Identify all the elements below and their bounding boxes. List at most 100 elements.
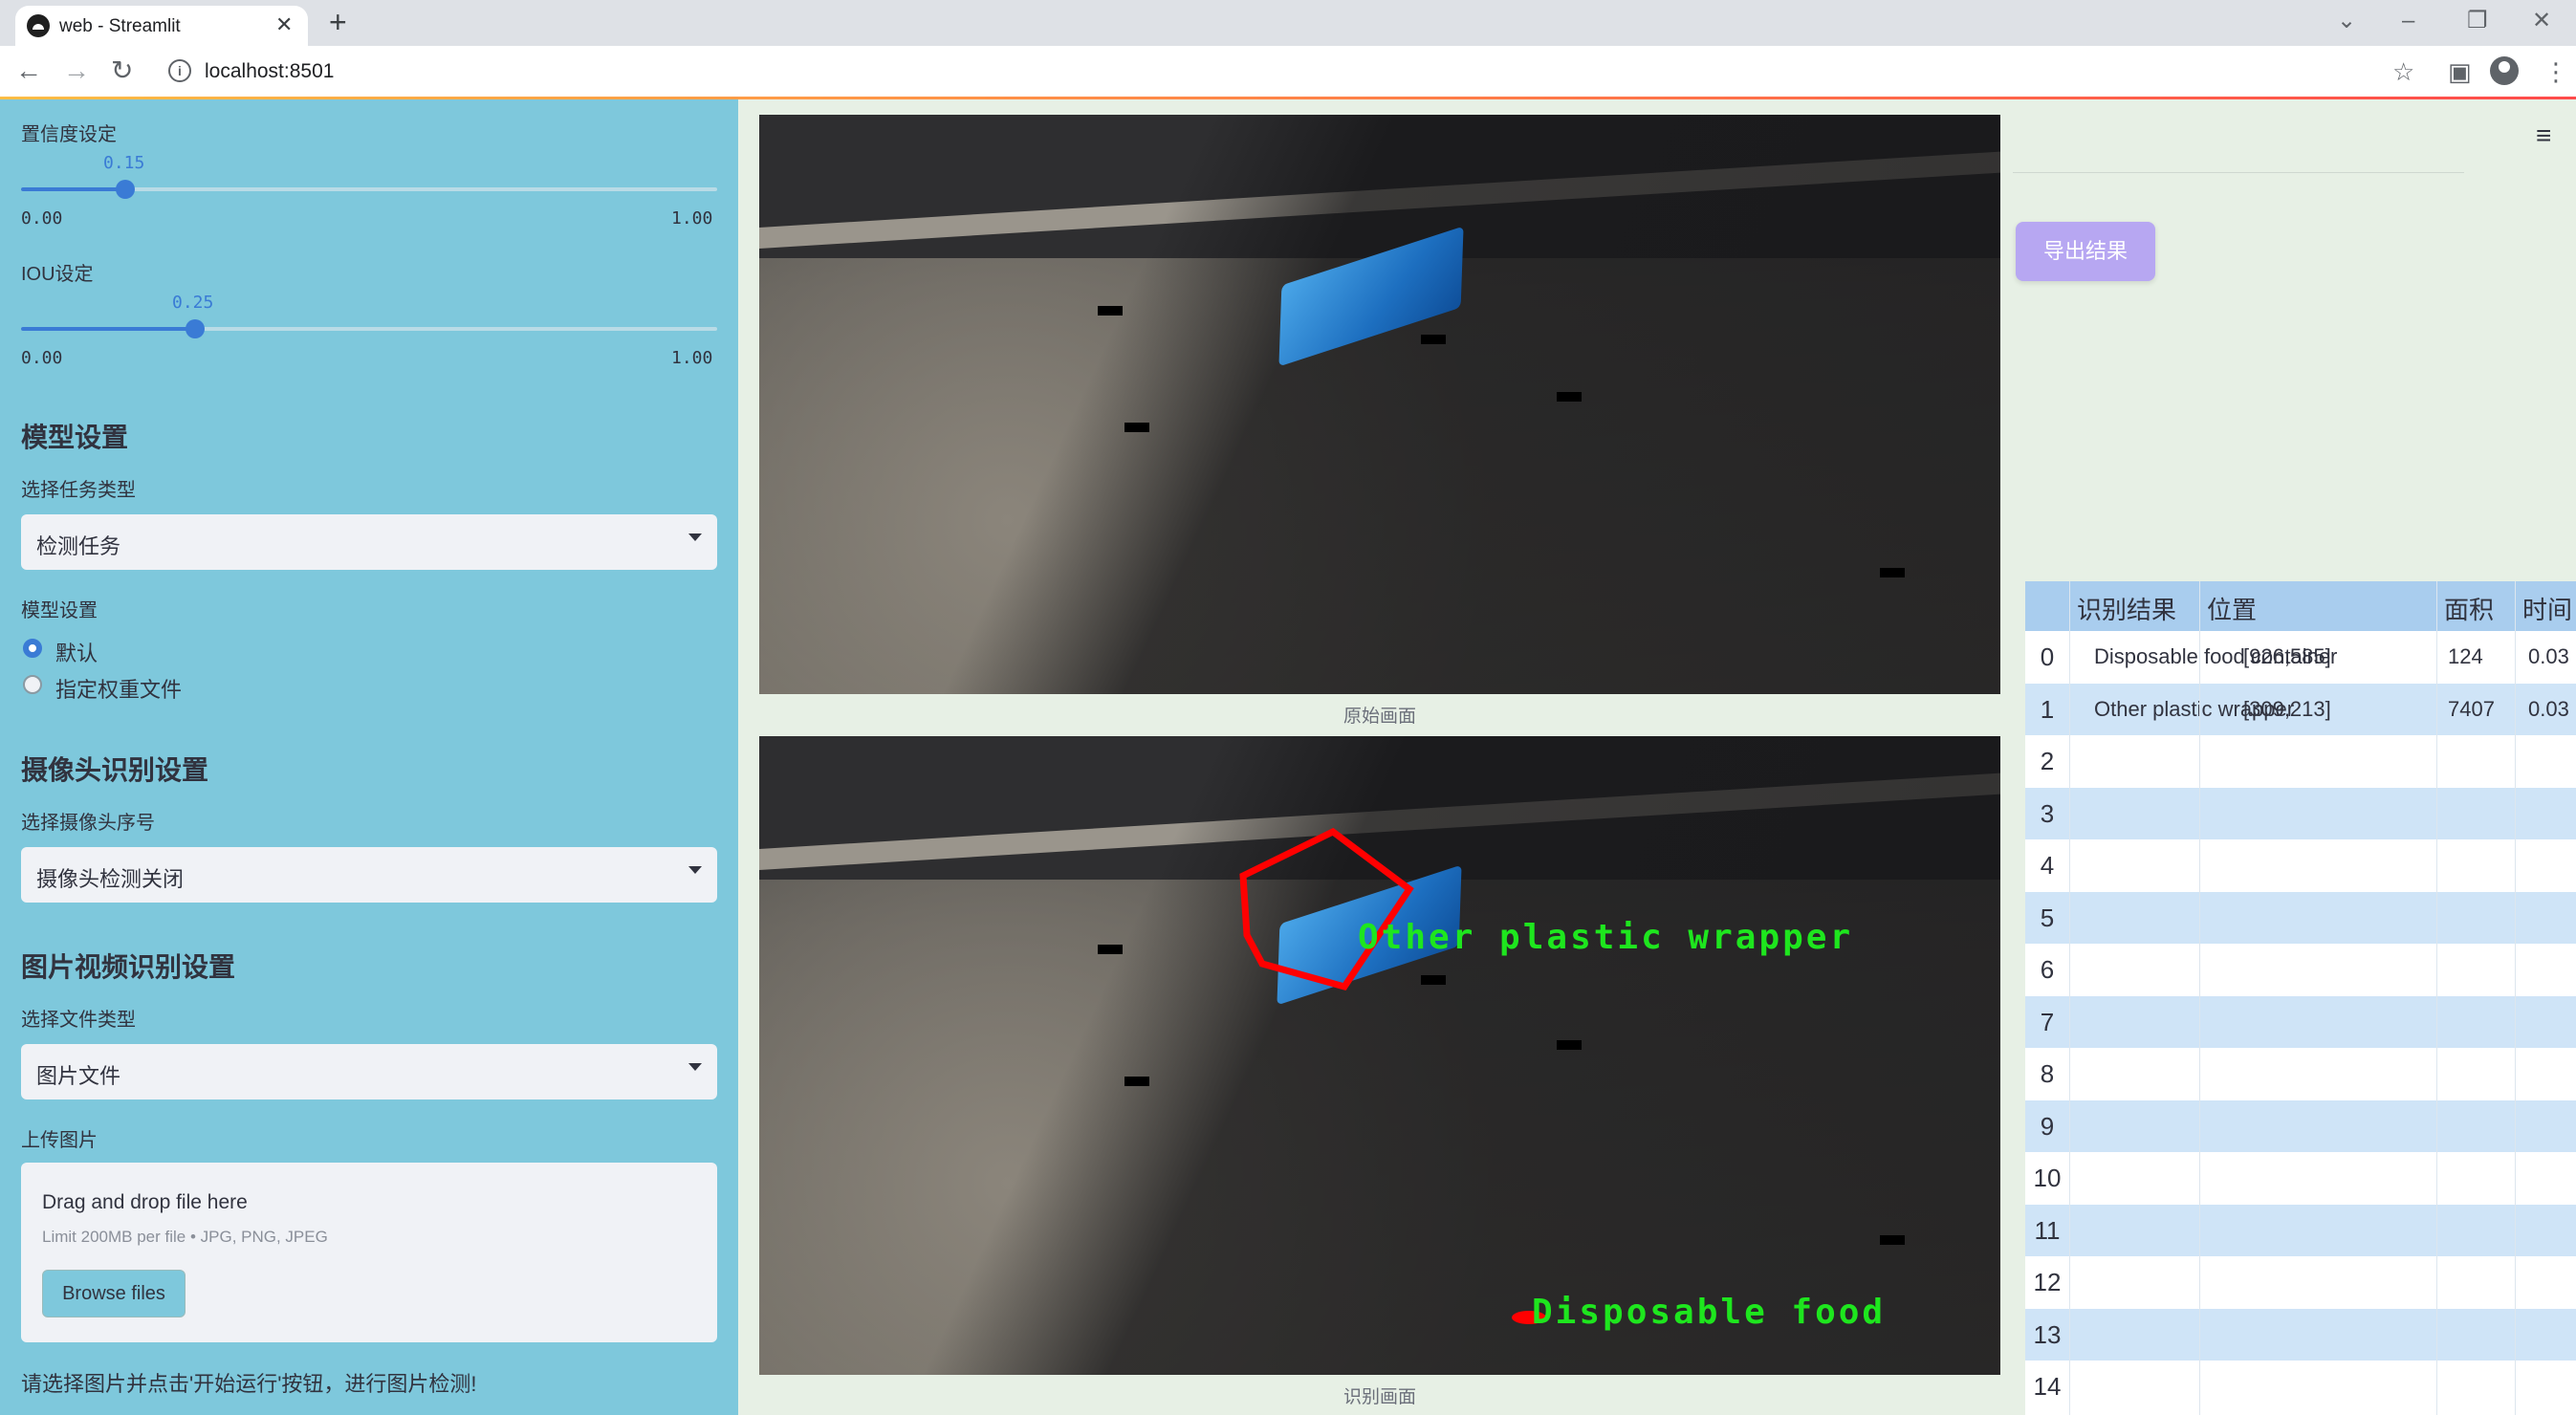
forward-icon[interactable]: →: [63, 55, 90, 86]
confidence-slider[interactable]: [21, 180, 717, 199]
sidebar: 置信度设定 0.15 0.00 1.00 IOU设定 0.25 0.00 1.0…: [0, 99, 738, 1415]
tab-search-icon[interactable]: ⌄: [2337, 6, 2356, 36]
confidence-max: 1.00: [671, 208, 713, 229]
side-panel-icon[interactable]: ▣: [2448, 57, 2472, 86]
cell-time: 0.03: [2528, 644, 2569, 668]
file-type-value: 图片文件: [36, 1064, 121, 1088]
close-window-icon[interactable]: ✕: [2532, 6, 2551, 36]
table-row[interactable]: 5: [2025, 891, 2576, 944]
table-row[interactable]: 6: [2025, 944, 2576, 995]
iou-slider[interactable]: [21, 319, 717, 338]
table-row[interactable]: 13: [2025, 1308, 2576, 1361]
cell-time: 0.03: [2528, 696, 2569, 721]
minimize-icon[interactable]: –: [2402, 6, 2414, 36]
main-area: 原始画面 Other plastic wrapper Disposable fo…: [738, 99, 2576, 1415]
radio-custom-weights-label: 指定权重文件: [55, 678, 183, 702]
table-row[interactable]: 4: [2025, 839, 2576, 891]
camera-settings-header: 摄像头识别设置: [21, 755, 209, 785]
camera-select-label: 选择摄像头序号: [21, 813, 155, 834]
iou-label: IOU设定: [21, 264, 94, 285]
restore-icon[interactable]: ❐: [2467, 6, 2488, 36]
column-header-position: 位置: [2207, 596, 2258, 624]
iou-slider-thumb[interactable]: [186, 319, 205, 338]
task-type-select[interactable]: 检测任务: [21, 514, 717, 570]
streamlit-favicon-icon: [27, 14, 50, 37]
table-row[interactable]: 11: [2025, 1204, 2576, 1256]
export-results-button[interactable]: 导出结果: [2016, 222, 2155, 281]
table-row[interactable]: 8: [2025, 1048, 2576, 1099]
table-header: 识别结果 位置 面积 时间: [2025, 581, 2576, 631]
url-text[interactable]: localhost:8501: [205, 60, 334, 83]
row-index: 1: [2040, 694, 2055, 724]
browse-files-button[interactable]: Browse files: [42, 1270, 186, 1317]
row-index: 0: [2040, 642, 2055, 671]
browser-tab[interactable]: web - Streamlit ✕: [15, 6, 308, 46]
cell-position: [926,585]: [2243, 644, 2331, 668]
omnibox[interactable]: i localhost:8501: [159, 54, 2358, 90]
upload-label: 上传图片: [21, 1130, 98, 1151]
file-type-label: 选择文件类型: [21, 1010, 136, 1031]
column-header-result: 识别结果: [2077, 596, 2177, 624]
row-index: 2: [2040, 747, 2055, 775]
file-type-select[interactable]: 图片文件: [21, 1044, 717, 1099]
task-type-value: 检测任务: [36, 534, 121, 558]
bookmark-star-icon[interactable]: ☆: [2392, 57, 2414, 86]
close-tab-icon[interactable]: ✕: [275, 12, 293, 37]
results-table[interactable]: 识别结果 位置 面积 时间 0 Disposable food container…: [2025, 581, 2576, 1415]
upload-title: Drag and drop file here: [42, 1191, 248, 1213]
table-row[interactable]: 3: [2025, 787, 2576, 839]
row-index: 6: [2040, 955, 2055, 984]
iou-slider-fill: [21, 327, 195, 331]
camera-select-value: 摄像头检测关闭: [36, 867, 185, 891]
file-uploader-dropzone[interactable]: Drag and drop file here Limit 200MB per …: [21, 1163, 717, 1342]
row-index: 3: [2040, 798, 2055, 828]
back-icon[interactable]: ←: [15, 55, 42, 86]
detection-overlay: [1239, 827, 1546, 1324]
model-setting-label: 模型设置: [21, 600, 98, 621]
radio-default-label: 默认: [55, 642, 98, 665]
confidence-label: 置信度设定: [21, 124, 117, 145]
upload-limit: Limit 200MB per file • JPG, PNG, JPEG: [42, 1228, 328, 1246]
chevron-down-icon: [688, 866, 702, 874]
table-row[interactable]: 14: [2025, 1361, 2576, 1412]
row-index: 5: [2040, 903, 2055, 932]
table-row[interactable]: 7: [2025, 995, 2576, 1048]
row-index: 9: [2040, 1111, 2055, 1141]
detection-label-food: Disposable food: [1532, 1293, 1887, 1332]
table-row[interactable]: 1 Other plastic wrapper [309,213] 7407 0.03: [2025, 683, 2576, 735]
row-index: 13: [2033, 1319, 2062, 1349]
radio-selected-icon[interactable]: [23, 639, 42, 658]
confidence-slider-thumb[interactable]: [116, 180, 135, 199]
profile-avatar-icon[interactable]: [2490, 56, 2519, 85]
row-index: 10: [2033, 1164, 2062, 1192]
reload-icon[interactable]: ↻: [111, 55, 133, 86]
original-caption: 原始画面: [1343, 707, 1416, 727]
site-info-icon[interactable]: i: [168, 59, 191, 82]
camera-select[interactable]: 摄像头检测关闭: [21, 847, 717, 903]
browser-tab-bar: web - Streamlit ✕ + ⌄ – ❐ ✕: [0, 0, 2576, 46]
cell-area: 124: [2448, 644, 2483, 668]
table-row[interactable]: 9: [2025, 1099, 2576, 1152]
browser-menu-icon[interactable]: ⋮: [2543, 57, 2568, 86]
new-tab-icon[interactable]: +: [329, 5, 347, 39]
row-index: 4: [2040, 851, 2055, 880]
cell-position: [309,213]: [2243, 696, 2331, 721]
iou-value: 0.25: [172, 293, 214, 313]
column-header-area: 面积: [2444, 596, 2495, 624]
hamburger-menu-icon[interactable]: ≡: [2536, 120, 2551, 151]
table-row[interactable]: 10: [2025, 1152, 2576, 1204]
result-caption: 识别画面: [1343, 1387, 1416, 1407]
wrapper-detection-outline: [1239, 827, 1414, 991]
task-type-label: 选择任务类型: [21, 480, 136, 501]
table-row[interactable]: 12: [2025, 1256, 2576, 1308]
row-index: 12: [2033, 1268, 2062, 1296]
table-row[interactable]: 0 Disposable food container [926,585] 124 0.…: [2025, 631, 2576, 683]
table-row[interactable]: 2: [2025, 735, 2576, 787]
confidence-min: 0.00: [21, 208, 63, 229]
instruction-text: 请选择图片并点击'开始运行'按钮，进行图片检测!: [21, 1372, 477, 1396]
radio-unselected-icon[interactable]: [23, 675, 42, 694]
chevron-down-icon: [688, 533, 702, 541]
iou-min: 0.00: [21, 348, 63, 368]
confidence-slider-fill: [21, 187, 125, 191]
iou-max: 1.00: [671, 348, 713, 368]
